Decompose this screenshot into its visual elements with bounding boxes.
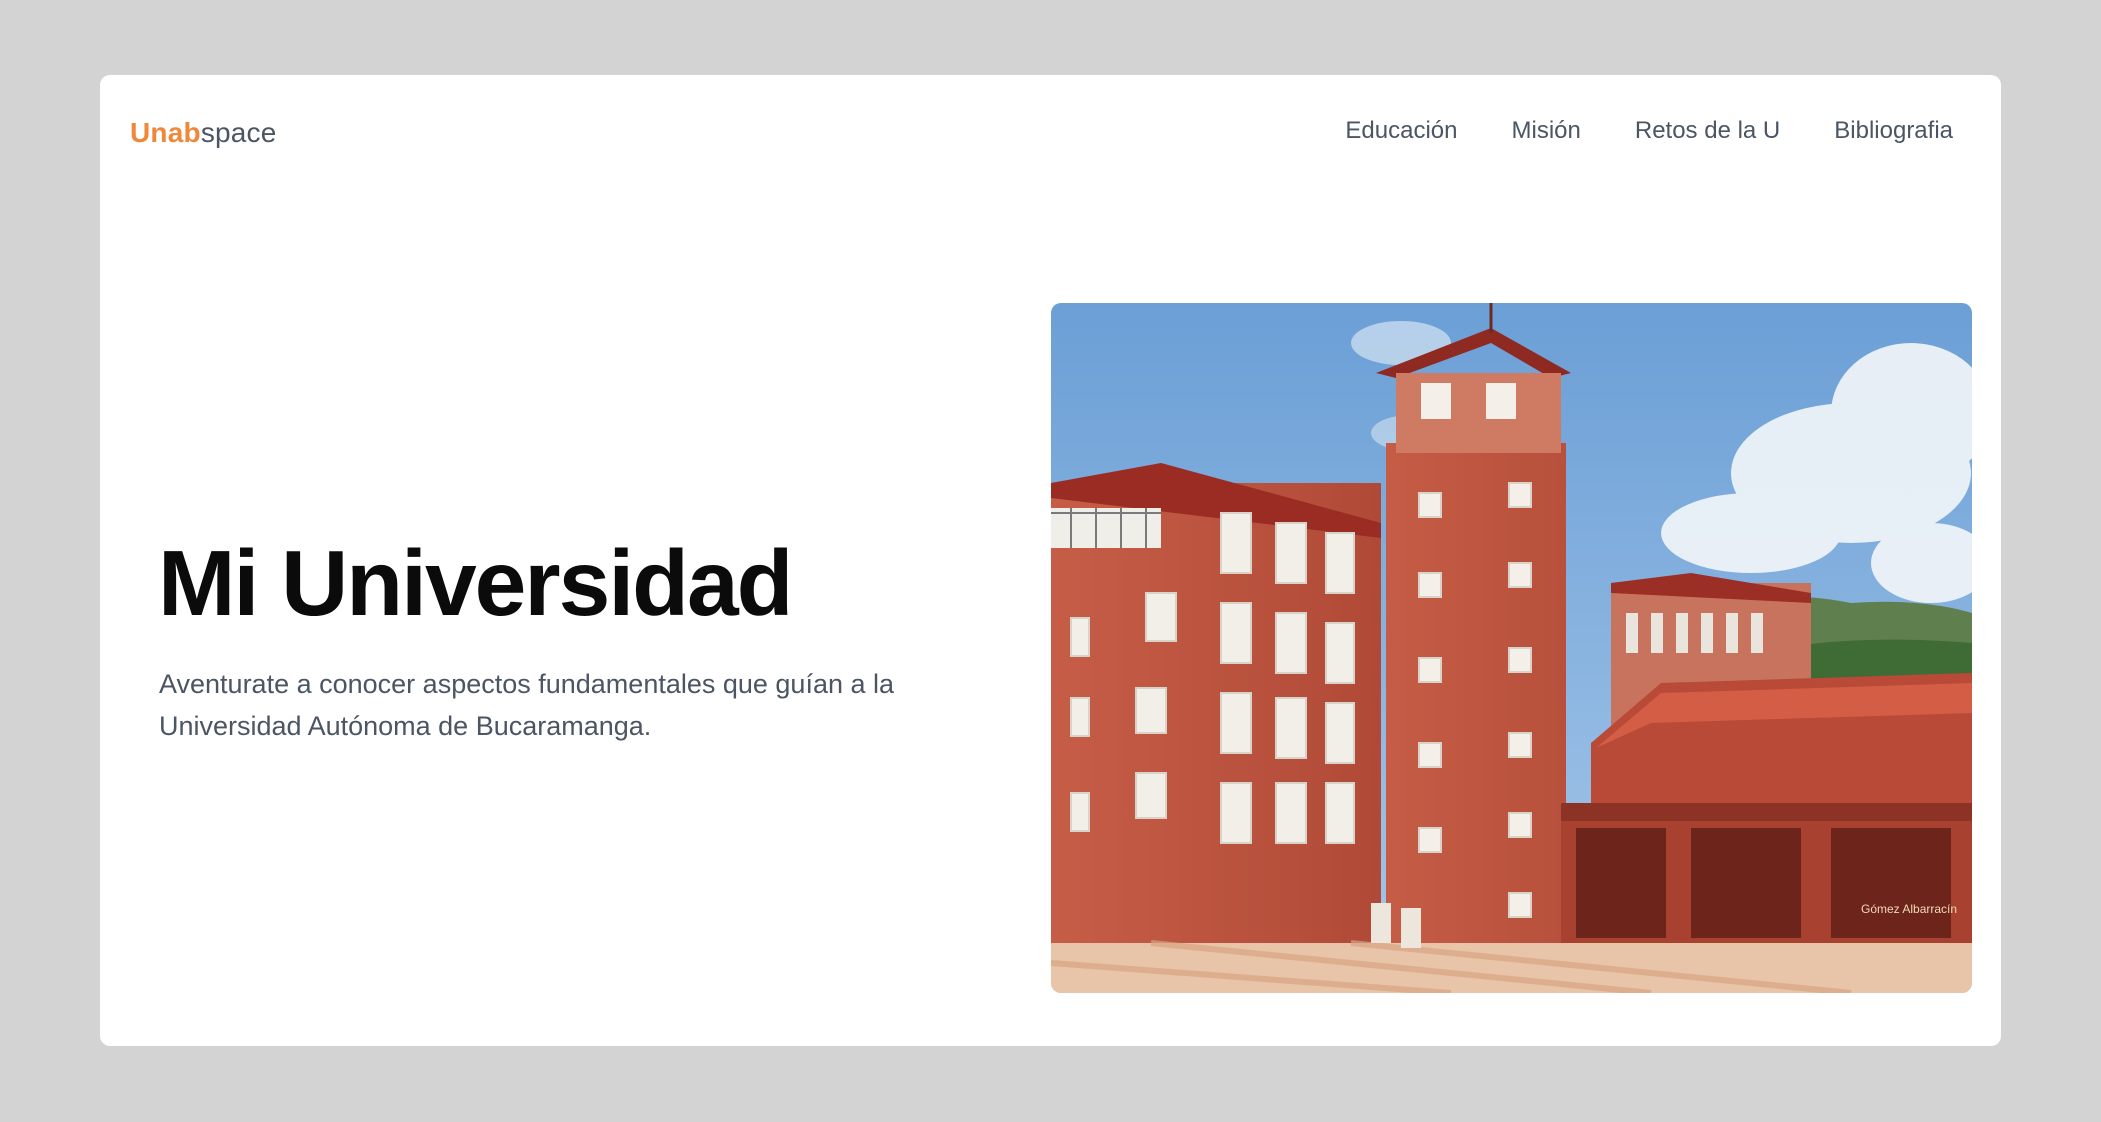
brand-logo[interactable]: Unabspace	[130, 117, 277, 149]
nav-link-bibliografia[interactable]: Bibliografia	[1834, 117, 1953, 145]
logo-accent: Unab	[130, 117, 201, 148]
main-nav: Educación Misión Retos de la U Bibliogra…	[1345, 117, 1953, 145]
page-card: Unabspace Educación Misión Retos de la U…	[100, 75, 2001, 1046]
nav-link-mision[interactable]: Misión	[1512, 117, 1581, 145]
building-sign-text: Gómez Albarracín	[1861, 902, 1957, 916]
university-building-image: Gómez Albarracín	[1051, 303, 1972, 993]
nav-link-educacion[interactable]: Educación	[1345, 117, 1457, 145]
nav-link-retos[interactable]: Retos de la U	[1635, 117, 1780, 145]
logo-rest: space	[200, 117, 277, 148]
hero-title: Mi Universidad	[158, 531, 793, 635]
hero-subtitle: Aventurate a conocer aspectos fundamenta…	[159, 669, 895, 741]
